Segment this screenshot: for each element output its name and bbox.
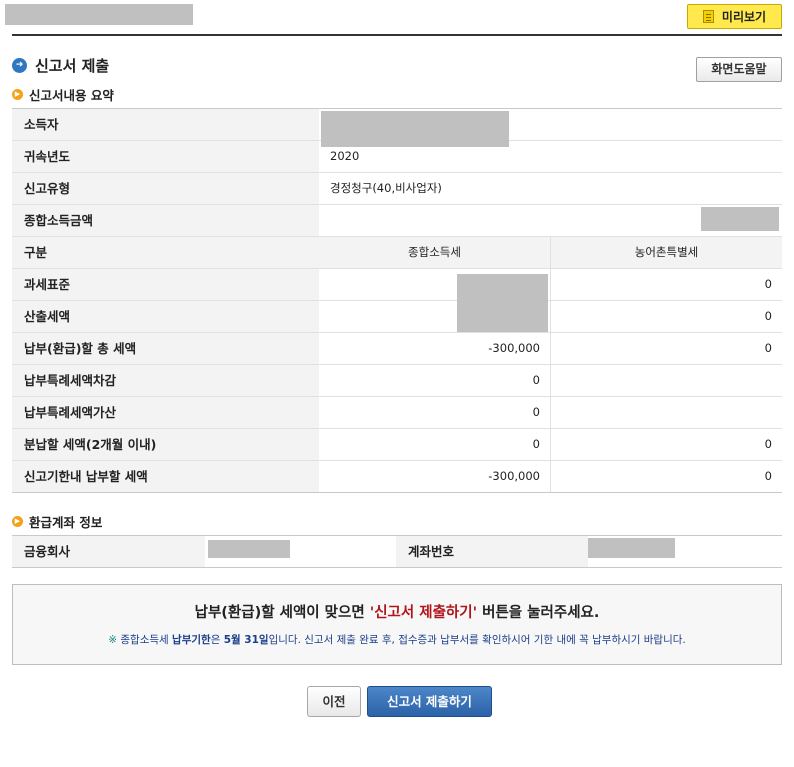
prev-button[interactable]: 이전 — [307, 686, 361, 717]
page-title: ➜ 신고서 제출 — [12, 55, 109, 76]
cell — [319, 269, 550, 332]
row-label: 귀속년도 — [12, 141, 319, 172]
bank-label: 금융회사 — [12, 536, 205, 567]
row-label: 소득자 — [12, 109, 319, 140]
row-value: 경정청구(40,비사업자) — [319, 173, 782, 204]
notice-text: 입니다. 신고서 제출 완료 후, 접수증과 납부서를 확인하시어 기한 내에 … — [268, 634, 686, 646]
table-row: 귀속년도 2020 — [12, 141, 782, 173]
page-title-text: 신고서 제출 — [35, 57, 110, 75]
notice-bold: 5월 31일 — [223, 634, 269, 646]
row-value — [319, 205, 782, 236]
arrow-right-icon: ➜ — [12, 58, 27, 73]
account-label: 계좌번호 — [396, 536, 588, 567]
table-row: 구분 종합소득세 농어촌특별세 — [12, 237, 782, 269]
top-bar: 미리보기 — [5, 0, 782, 36]
redacted-block — [208, 540, 290, 558]
note-mark: ※ — [108, 634, 118, 646]
row-label: 신고유형 — [12, 173, 319, 204]
summary-table: 소득자 귀속년도 2020 신고유형 경정청구(40,비사업자) 종합소득금액 … — [12, 108, 782, 493]
row-label: 과세표준 — [12, 269, 319, 300]
type-value: 경정청구(40,비사업자) — [330, 181, 442, 195]
table-row: 납부특례세액차감 0 — [12, 365, 782, 397]
table-row: 신고유형 경정청구(40,비사업자) — [12, 173, 782, 205]
column-header: 농어촌특별세 — [550, 237, 782, 268]
row-label: 신고기한내 납부할 세액 — [12, 461, 319, 492]
row-label: 납부특례세액차감 — [12, 365, 319, 396]
cell: -300,000 — [488, 341, 540, 355]
cell: 0 — [550, 269, 782, 300]
redacted-block — [5, 4, 193, 25]
notice-bold: 납부기한 — [172, 634, 211, 646]
summary-section-title: ▶ 신고서내용 요약 — [12, 85, 114, 104]
preview-button[interactable]: 미리보기 — [687, 4, 782, 29]
table-row: 분납할 세액(2개월 이내) 0 0 — [12, 429, 782, 461]
table-row: 신고기한내 납부할 세액 -300,000 0 — [12, 461, 782, 493]
help-button[interactable]: 화면도움말 — [696, 57, 782, 82]
summary-title-text: 신고서내용 요약 — [29, 88, 114, 103]
submit-button[interactable]: 신고서 제출하기 — [367, 686, 492, 717]
bullet-arrow-icon: ▶ — [12, 516, 23, 527]
refund-section-title: ▶ 환급계좌 정보 — [12, 512, 102, 531]
column-header: 종합소득세 — [319, 237, 550, 268]
cell: -300,000 — [488, 469, 540, 483]
row-label: 납부(환급)할 총 세액 — [12, 333, 319, 364]
row-label: 구분 — [12, 237, 319, 268]
cell: 0 — [550, 461, 782, 492]
row-label: 납부특례세액가산 — [12, 397, 319, 428]
cell: 0 — [532, 437, 540, 451]
cell — [550, 365, 782, 396]
notice-text: 은 — [210, 634, 224, 646]
notice-box: 납부(환급)할 세액이 맞으면 '신고서 제출하기' 버튼을 눌러주세요. ※ … — [12, 584, 782, 665]
notice-text: 종합소득세 — [117, 634, 173, 646]
row-label: 산출세액 — [12, 301, 319, 332]
redacted-block — [701, 207, 779, 231]
cell: 0 — [550, 429, 782, 460]
cell: 0 — [550, 301, 782, 332]
table-row: 과세표준 0 — [12, 269, 782, 332]
cell — [550, 397, 782, 428]
notice-main-text: 납부(환급)할 세액이 맞으면 '신고서 제출하기' 버튼을 눌러주세요. — [13, 601, 781, 622]
notice-highlight: '신고서 제출하기' — [369, 605, 478, 621]
row-value: 2020 — [319, 141, 782, 172]
refund-account-table: 금융회사 계좌번호 — [12, 535, 782, 568]
cell: 0 — [550, 333, 782, 364]
notice-sub-text: ※ 종합소득세 납부기한은 5월 31일입니다. 신고서 제출 완료 후, 접수… — [13, 632, 781, 647]
row-label: 분납할 세액(2개월 이내) — [12, 429, 319, 460]
bullet-arrow-icon: ▶ — [12, 89, 23, 100]
table-row: 소득자 — [12, 109, 782, 147]
table-row: 납부(환급)할 총 세액 -300,000 0 — [12, 333, 782, 365]
notice-text: 납부(환급)할 세액이 맞으면 — [194, 605, 370, 621]
table-row: 종합소득금액 — [12, 205, 782, 237]
year-value: 2020 — [330, 149, 360, 163]
redacted-block — [588, 538, 675, 558]
cell: 0 — [532, 405, 540, 419]
cell: 0 — [532, 373, 540, 387]
document-icon — [702, 10, 714, 23]
notice-text: 버튼을 눌러주세요. — [477, 605, 600, 621]
refund-title-text: 환급계좌 정보 — [29, 515, 103, 530]
row-label: 종합소득금액 — [12, 205, 319, 236]
cell — [319, 301, 550, 332]
row-value — [319, 109, 782, 147]
table-row: 납부특례세액가산 0 — [12, 397, 782, 429]
table-row: 산출세액 0 — [12, 301, 782, 333]
preview-label: 미리보기 — [721, 10, 767, 24]
